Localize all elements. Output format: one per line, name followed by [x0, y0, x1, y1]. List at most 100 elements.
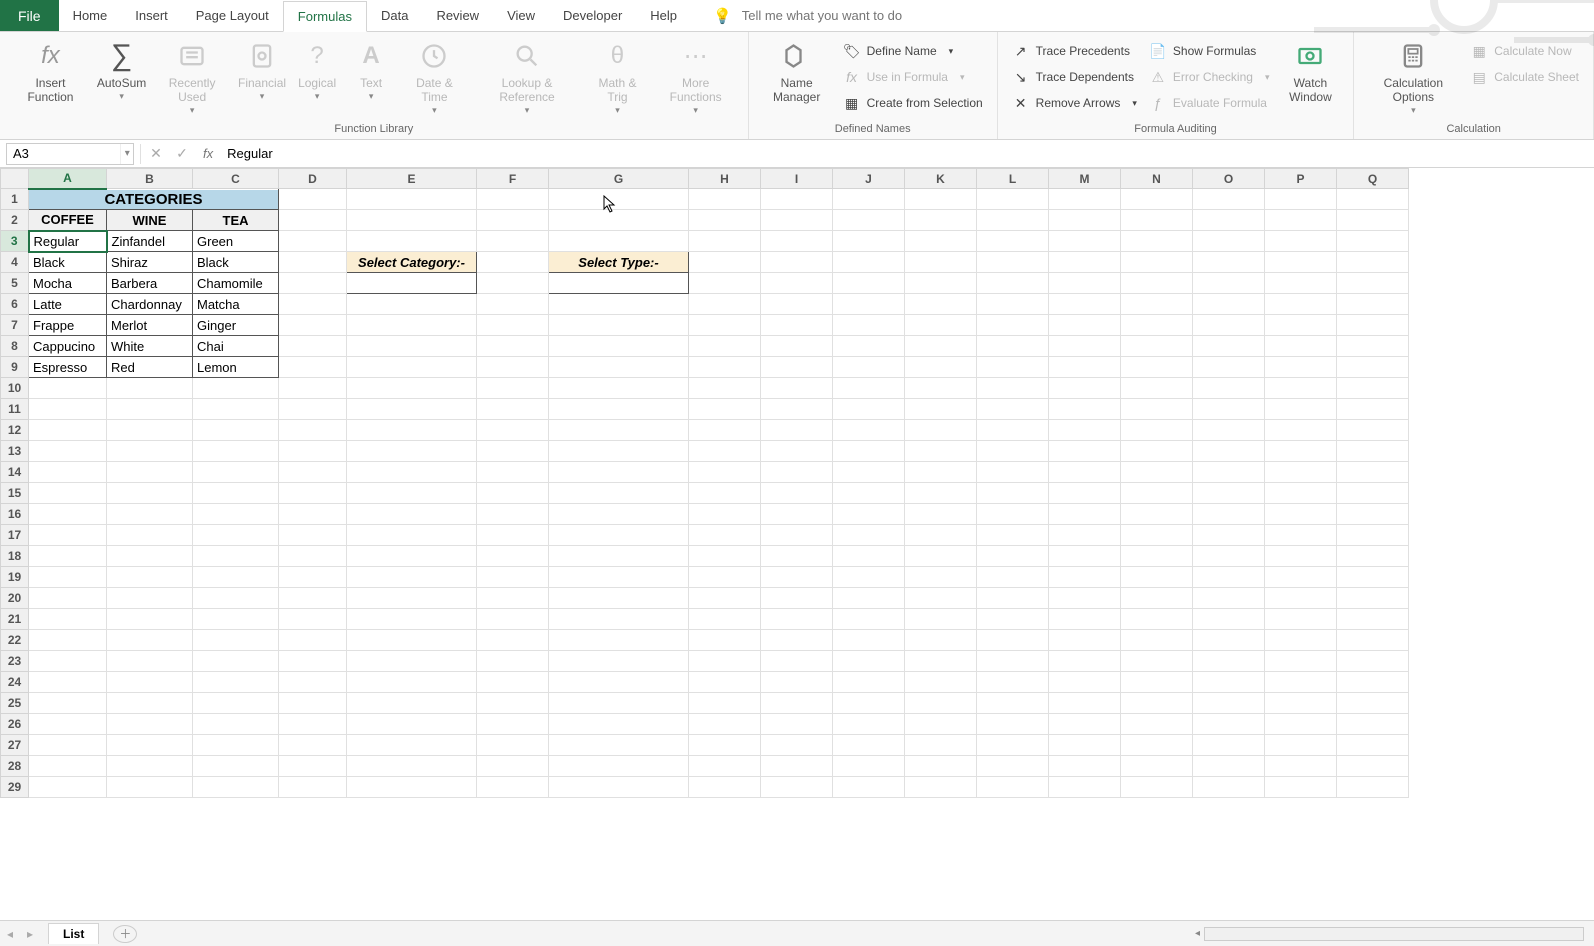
cell-J1[interactable] — [833, 189, 905, 210]
cell-E18[interactable] — [347, 546, 477, 567]
cell-I4[interactable] — [761, 252, 833, 273]
cell-I23[interactable] — [761, 651, 833, 672]
lookup-reference-button[interactable]: Lookup & Reference ▾ — [471, 38, 584, 118]
cell-N22[interactable] — [1121, 630, 1193, 651]
cell-M12[interactable] — [1049, 420, 1121, 441]
chevron-down-icon[interactable]: ▾ — [949, 46, 954, 57]
cell-M27[interactable] — [1049, 735, 1121, 756]
cell-C14[interactable] — [193, 462, 279, 483]
recently-used-button[interactable]: Recently Used ▾ — [150, 38, 234, 118]
cell-O29[interactable] — [1193, 777, 1265, 798]
cell-F11[interactable] — [477, 399, 549, 420]
cell-B26[interactable] — [107, 714, 193, 735]
cell-K14[interactable] — [905, 462, 977, 483]
cell-P23[interactable] — [1265, 651, 1337, 672]
cell-K10[interactable] — [905, 378, 977, 399]
cell-L7[interactable] — [977, 315, 1049, 336]
cell-I3[interactable] — [761, 231, 833, 252]
cell-J3[interactable] — [833, 231, 905, 252]
row-header-7[interactable]: 7 — [1, 315, 29, 336]
cell-E28[interactable] — [347, 756, 477, 777]
cell-J4[interactable] — [833, 252, 905, 273]
cell-A21[interactable] — [29, 609, 107, 630]
cell-M8[interactable] — [1049, 336, 1121, 357]
cell-K3[interactable] — [905, 231, 977, 252]
row-header-14[interactable]: 14 — [1, 462, 29, 483]
calculation-options-button[interactable]: Calculation Options ▾ — [1362, 38, 1464, 118]
cell-C13[interactable] — [193, 441, 279, 462]
column-header-G[interactable]: G — [549, 169, 689, 189]
cell-J22[interactable] — [833, 630, 905, 651]
cell-B7[interactable]: Merlot — [107, 315, 193, 336]
cell-J6[interactable] — [833, 294, 905, 315]
cell-H26[interactable] — [689, 714, 761, 735]
cell-L3[interactable] — [977, 231, 1049, 252]
cell-F1[interactable] — [477, 189, 549, 210]
formula-bar-input[interactable] — [221, 140, 1594, 167]
cell-C2[interactable]: TEA — [193, 210, 279, 231]
chevron-down-icon[interactable]: ▾ — [119, 91, 124, 102]
cell-D19[interactable] — [279, 567, 347, 588]
row-header-4[interactable]: 4 — [1, 252, 29, 273]
cell-H14[interactable] — [689, 462, 761, 483]
chevron-down-icon[interactable]: ▾ — [1132, 98, 1137, 109]
cell-B25[interactable] — [107, 693, 193, 714]
cell-D12[interactable] — [279, 420, 347, 441]
cell-P12[interactable] — [1265, 420, 1337, 441]
cell-E26[interactable] — [347, 714, 477, 735]
cell-Q14[interactable] — [1337, 462, 1409, 483]
cell-L13[interactable] — [977, 441, 1049, 462]
cell-N11[interactable] — [1121, 399, 1193, 420]
cell-E13[interactable] — [347, 441, 477, 462]
tab-home[interactable]: Home — [59, 0, 122, 31]
cell-B10[interactable] — [107, 378, 193, 399]
cell-H13[interactable] — [689, 441, 761, 462]
cell-C16[interactable] — [193, 504, 279, 525]
cell-D20[interactable] — [279, 588, 347, 609]
cell-L21[interactable] — [977, 609, 1049, 630]
cell-C15[interactable] — [193, 483, 279, 504]
calculate-sheet-button[interactable]: ▤ Calculate Sheet — [1470, 66, 1579, 88]
cell-I1[interactable] — [761, 189, 833, 210]
name-box[interactable]: ▾ — [6, 143, 134, 165]
cell-D17[interactable] — [279, 525, 347, 546]
cell-D13[interactable] — [279, 441, 347, 462]
cell-F16[interactable] — [477, 504, 549, 525]
cell-H2[interactable] — [689, 210, 761, 231]
cell-A25[interactable] — [29, 693, 107, 714]
row-header-19[interactable]: 19 — [1, 567, 29, 588]
cell-E8[interactable] — [347, 336, 477, 357]
cell-K5[interactable] — [905, 273, 977, 294]
column-header-O[interactable]: O — [1193, 169, 1265, 189]
cell-A17[interactable] — [29, 525, 107, 546]
cell-M14[interactable] — [1049, 462, 1121, 483]
cell-K16[interactable] — [905, 504, 977, 525]
cell-N14[interactable] — [1121, 462, 1193, 483]
cell-L19[interactable] — [977, 567, 1049, 588]
cell-L26[interactable] — [977, 714, 1049, 735]
cell-K6[interactable] — [905, 294, 977, 315]
cell-A15[interactable] — [29, 483, 107, 504]
cell-N27[interactable] — [1121, 735, 1193, 756]
cell-B24[interactable] — [107, 672, 193, 693]
cell-E1[interactable] — [347, 189, 477, 210]
cell-J2[interactable] — [833, 210, 905, 231]
cell-N12[interactable] — [1121, 420, 1193, 441]
cell-J23[interactable] — [833, 651, 905, 672]
cell-D7[interactable] — [279, 315, 347, 336]
tab-formulas[interactable]: Formulas — [283, 1, 367, 32]
column-header-N[interactable]: N — [1121, 169, 1193, 189]
cell-P17[interactable] — [1265, 525, 1337, 546]
cell-K15[interactable] — [905, 483, 977, 504]
name-manager-button[interactable]: Name Manager — [757, 38, 837, 106]
cell-M4[interactable] — [1049, 252, 1121, 273]
column-header-Q[interactable]: Q — [1337, 169, 1409, 189]
cell-F10[interactable] — [477, 378, 549, 399]
cell-B6[interactable]: Chardonnay — [107, 294, 193, 315]
cell-F12[interactable] — [477, 420, 549, 441]
cell-I26[interactable] — [761, 714, 833, 735]
cell-Q18[interactable] — [1337, 546, 1409, 567]
cell-F22[interactable] — [477, 630, 549, 651]
cell-N5[interactable] — [1121, 273, 1193, 294]
column-header-P[interactable]: P — [1265, 169, 1337, 189]
